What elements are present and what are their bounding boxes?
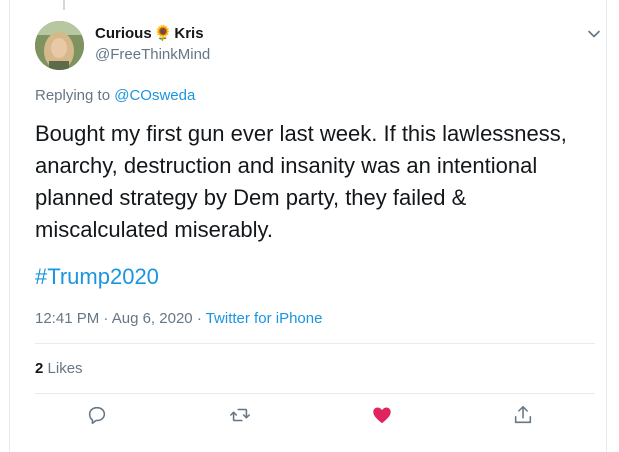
- tweet-time[interactable]: 12:41 PM: [35, 310, 99, 327]
- likes-number: 2: [35, 360, 44, 377]
- chevron-down-icon[interactable]: [587, 27, 601, 41]
- share-icon[interactable]: [512, 404, 536, 428]
- tweet-source-link[interactable]: Twitter for iPhone: [206, 310, 323, 327]
- tweet-card: Curious 🌻 Kris @FreeThinkMind Replying t…: [9, 0, 607, 452]
- replying-to: Replying to @COsweda: [35, 87, 195, 104]
- tweet-date[interactable]: Aug 6, 2020: [112, 310, 193, 327]
- tweet-text: Bought my first gun ever last week. If t…: [35, 121, 567, 242]
- user-handle[interactable]: @FreeThinkMind: [95, 46, 210, 63]
- hashtag-link[interactable]: #Trump2020: [35, 264, 159, 290]
- meta-separator: ·: [103, 310, 109, 327]
- likes-label: Likes: [47, 360, 83, 377]
- meta-separator: ·: [196, 310, 202, 327]
- thread-line: [63, 0, 65, 10]
- display-name-last: Kris: [174, 25, 204, 42]
- replying-prefix: Replying to: [35, 87, 111, 104]
- reply-icon[interactable]: [86, 404, 110, 428]
- display-name[interactable]: Curious 🌻 Kris: [95, 25, 204, 42]
- divider: [35, 343, 595, 344]
- like-icon[interactable]: [371, 404, 395, 428]
- reply-mention-link[interactable]: @COsweda: [114, 87, 195, 104]
- sunflower-emoji: 🌻: [153, 25, 173, 42]
- retweet-icon[interactable]: [229, 404, 253, 428]
- display-name-first: Curious: [95, 25, 152, 42]
- tweet-meta: 12:41 PM · Aug 6, 2020 · Twitter for iPh…: [35, 310, 322, 327]
- divider: [35, 393, 595, 394]
- likes-count[interactable]: 2 Likes: [35, 360, 83, 377]
- avatar[interactable]: [35, 21, 84, 70]
